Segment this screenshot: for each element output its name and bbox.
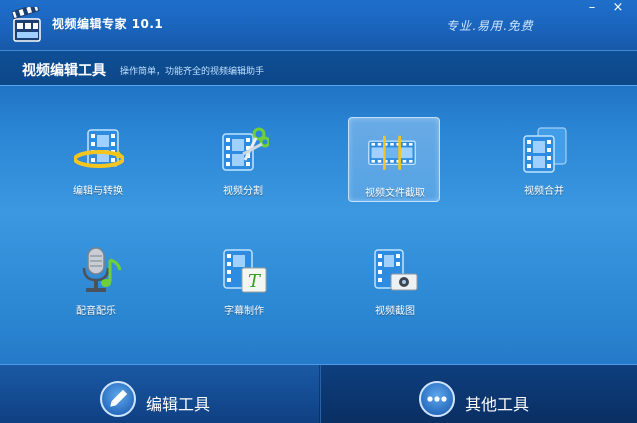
film-merge-icon: [523, 127, 567, 173]
section-header: 视频编辑工具 操作简单，功能齐全的视频编辑助手: [0, 50, 637, 86]
pencil-icon: [100, 381, 136, 417]
app-window: 视频编辑专家 10.1 专业.易用.免费 – × 视频编辑工具 操作简单，功能齐…: [0, 0, 637, 423]
tab-other-tools[interactable]: 其他工具: [320, 365, 637, 423]
section-title: 视频编辑工具: [22, 63, 106, 79]
tool-merge[interactable]: 视频合并: [496, 118, 592, 200]
title-bar[interactable]: 视频编辑专家 10.1 专业.易用.免费 – ×: [0, 0, 637, 50]
tool-label: 字幕制作: [224, 306, 264, 317]
film-camera-icon: [374, 249, 418, 291]
svg-text:T: T: [248, 271, 262, 292]
tab-label: 其他工具: [465, 395, 530, 414]
tool-label: 视频分割: [223, 186, 263, 197]
minimize-icon: –: [588, 0, 596, 15]
tool-label: 编辑与转换: [73, 186, 123, 197]
film-subtitle-icon: T: [223, 249, 267, 293]
tool-edit-convert[interactable]: 编辑与转换: [50, 118, 146, 200]
tool-label: 配音配乐: [76, 306, 116, 317]
app-title: 视频编辑专家 10.1: [52, 17, 164, 31]
tool-file-trim[interactable]: 视频文件截取: [348, 117, 440, 202]
more-dots-icon: [419, 381, 455, 417]
film-scissors-icon: [222, 127, 269, 171]
tool-label: 视频合并: [524, 186, 564, 197]
close-button[interactable]: ×: [606, 0, 630, 18]
tool-split[interactable]: 视频分割: [195, 118, 291, 200]
tab-label: 编辑工具: [146, 395, 211, 414]
bottom-tab-bar: 编辑工具 其他工具: [0, 364, 637, 423]
close-icon: ×: [612, 0, 624, 15]
tool-screenshot[interactable]: 视频截图: [347, 238, 443, 320]
tool-dubbing[interactable]: 配音配乐: [48, 238, 144, 320]
clapperboard-logo-icon: [12, 7, 41, 42]
tab-edit-tools[interactable]: 编辑工具: [0, 365, 319, 423]
tool-subtitle[interactable]: T 字幕制作: [196, 238, 292, 320]
film-trim-icon: [368, 135, 416, 170]
minimize-button[interactable]: –: [580, 0, 604, 18]
slogan-text: 专业.易用.免费: [446, 19, 534, 33]
tool-label: 视频文件截取: [365, 188, 425, 199]
tool-label: 视频截图: [375, 306, 415, 317]
film-convert-icon: [74, 129, 124, 168]
microphone-music-icon: [82, 247, 122, 292]
section-subtitle: 操作简单，功能齐全的视频编辑助手: [120, 67, 265, 77]
